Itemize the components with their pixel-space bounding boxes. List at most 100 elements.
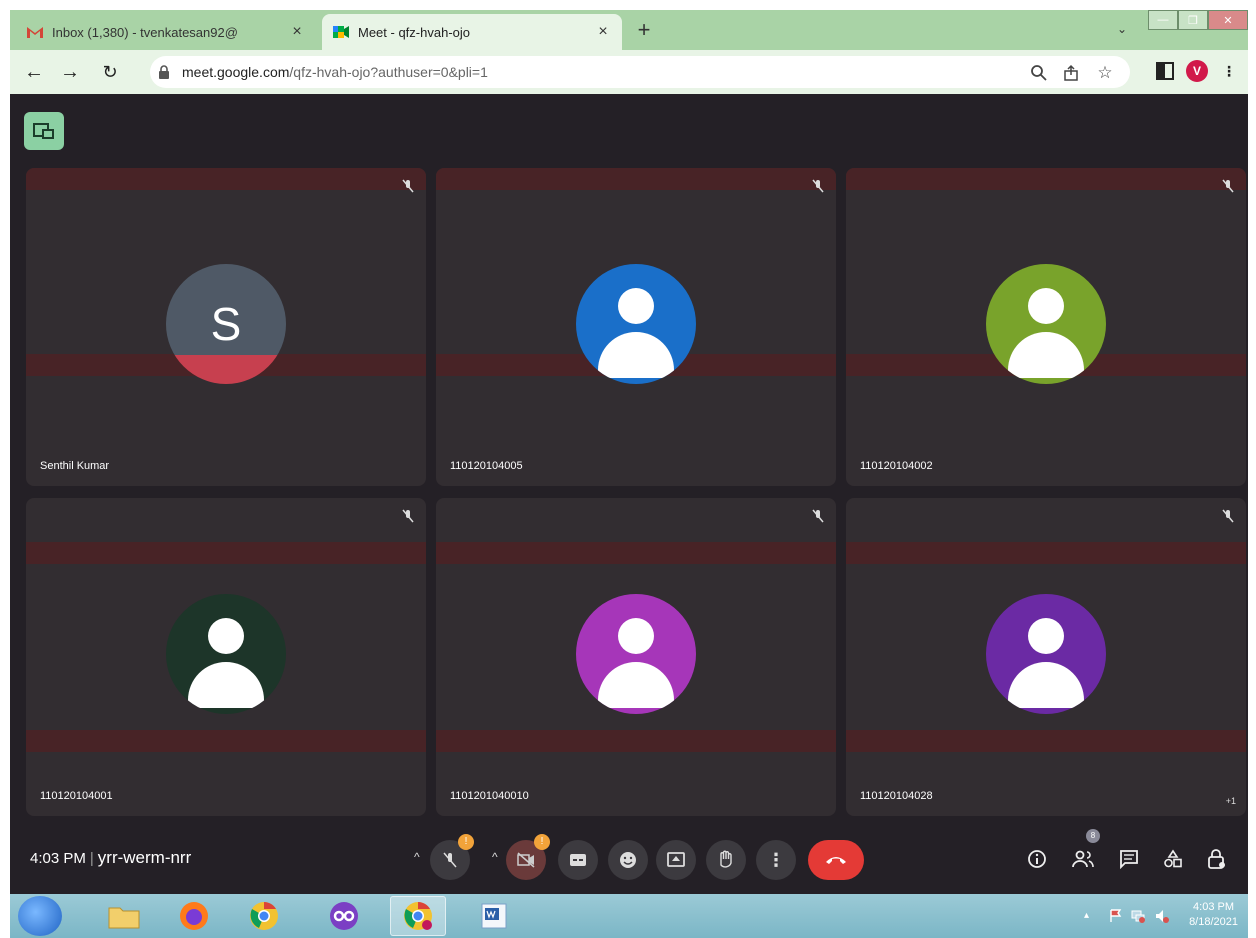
firefox-icon — [180, 902, 208, 930]
participant-name: Senthil Kumar — [40, 460, 110, 472]
side-panel-icon[interactable] — [1154, 60, 1176, 82]
forward-arrow-icon[interactable]: → — [58, 60, 82, 84]
word-document-icon — [481, 903, 507, 929]
leave-call-button[interactable] — [808, 840, 864, 880]
browser-menu-icon[interactable]: ⋮ — [1218, 60, 1240, 82]
browser-toolbar: ← → ↻ meet.google.com/qfz-hvah-ojo?authu… — [10, 50, 1248, 94]
taskbar-media-app[interactable] — [316, 896, 372, 936]
meet-companion-icon[interactable] — [24, 112, 64, 150]
taskbar-firefox[interactable] — [166, 896, 222, 936]
windows-start-icon[interactable] — [18, 896, 62, 936]
tab-google-meet[interactable]: Meet - qfz-hvah-ojo × — [322, 14, 622, 50]
mic-off-icon — [812, 179, 824, 193]
folder-icon — [108, 907, 140, 929]
tile-top-band — [846, 168, 1246, 190]
taskbar-file-explorer[interactable] — [96, 896, 152, 936]
host-controls-button[interactable] — [1204, 846, 1230, 872]
person-head-shape — [618, 618, 654, 654]
meeting-separator: | — [89, 850, 94, 867]
people-icon — [1072, 850, 1094, 868]
tile-top-band — [436, 168, 836, 190]
mic-off-icon — [402, 509, 414, 523]
new-tab-button[interactable]: + — [630, 16, 658, 44]
close-tab-icon[interactable]: × — [288, 23, 306, 41]
raise-hand-button[interactable] — [706, 840, 746, 880]
meet-control-bar: 4:03 PM | yrr-werm-nrr ^ ! ^ ! ⋮ 8 — [10, 828, 1248, 894]
close-tab-icon[interactable]: × — [594, 23, 612, 41]
show-hidden-icons-icon[interactable]: ▴ — [1084, 910, 1089, 921]
tile-top-band — [26, 542, 426, 564]
tab-title: Meet - qfz-hvah-ojo — [358, 24, 470, 40]
meeting-code: yrr-werm-nrr — [97, 848, 192, 867]
volume-icon[interactable] — [1154, 908, 1170, 924]
participant-tile[interactable]: 110120104028 +1 — [846, 498, 1246, 816]
shapes-icon — [1164, 849, 1182, 868]
captions-button[interactable] — [558, 840, 598, 880]
minimize-icon[interactable]: — — [1148, 10, 1178, 30]
clock-time: 4:03 PM — [1193, 901, 1235, 913]
participant-tile[interactable]: 1101201040010 — [436, 498, 836, 816]
taskbar-chrome[interactable] — [236, 896, 292, 936]
reactions-button[interactable] — [608, 840, 648, 880]
address-bar[interactable]: meet.google.com/qfz-hvah-ojo?authuser=0&… — [150, 56, 1130, 88]
hand-icon — [720, 850, 732, 868]
meeting-info-button[interactable] — [1024, 846, 1050, 872]
present-button[interactable] — [656, 840, 696, 880]
taskbar-chrome-active[interactable] — [390, 896, 446, 936]
person-body-shape — [188, 662, 264, 708]
meeting-details: 4:03 PM | yrr-werm-nrr — [30, 848, 191, 868]
participant-avatar — [576, 594, 696, 714]
hang-up-icon — [826, 857, 846, 864]
captions-icon — [570, 854, 586, 866]
person-body-shape — [598, 332, 674, 378]
taskbar-word[interactable] — [466, 896, 522, 936]
participant-avatar — [166, 594, 286, 714]
person-head-shape — [208, 618, 244, 654]
camera-warning-badge: ! — [534, 834, 550, 850]
tab-search-button[interactable]: ⌄ — [1112, 22, 1132, 42]
url-host: meet.google.com — [182, 64, 290, 80]
browser-tab-strip: Inbox (1,380) - tvenkatesan92@ × Meet - … — [10, 10, 1248, 50]
chat-button[interactable] — [1116, 846, 1142, 872]
zoom-search-icon[interactable] — [1030, 64, 1048, 82]
person-head-shape — [618, 288, 654, 324]
clock-date: 8/18/2021 — [1189, 916, 1238, 928]
tile-mid-band — [846, 730, 1246, 752]
person-body-shape — [1008, 332, 1084, 378]
more-options-icon[interactable]: ⋮ — [756, 840, 796, 880]
lock-person-icon — [1208, 849, 1225, 869]
profile-avatar[interactable]: V — [1186, 60, 1208, 82]
restore-icon[interactable]: ❐ — [1178, 10, 1208, 30]
participant-tile[interactable]: S Senthil Kumar — [26, 168, 426, 486]
mic-off-icon — [1222, 509, 1234, 523]
bookmark-star-icon[interactable]: ☆ — [1096, 64, 1114, 82]
audio-settings-chevron-icon[interactable]: ^ — [414, 850, 420, 864]
window-close-icon[interactable]: ✕ — [1208, 10, 1248, 30]
video-settings-chevron-icon[interactable]: ^ — [492, 850, 498, 864]
info-icon — [1028, 850, 1046, 868]
activities-button[interactable] — [1160, 846, 1186, 872]
meet-call-view: S Senthil Kumar 110120104005 11012010400… — [10, 94, 1248, 894]
participant-name: 110120104028 — [860, 790, 933, 802]
taskbar-clock[interactable]: 4:03 PM 8/18/2021 — [1189, 900, 1238, 930]
more-participants-count[interactable]: +1 — [1226, 796, 1236, 806]
avatar-initial: S — [210, 298, 242, 350]
lock-icon — [159, 65, 169, 79]
network-icon[interactable] — [1130, 908, 1146, 924]
present-screen-icon — [667, 852, 685, 867]
tab-gmail-inbox[interactable]: Inbox (1,380) - tvenkatesan92@ × — [16, 14, 316, 50]
action-center-flag-icon[interactable] — [1108, 908, 1124, 924]
person-body-shape — [1008, 662, 1084, 708]
participant-tile[interactable]: 110120104002 — [846, 168, 1246, 486]
emoji-icon — [620, 852, 636, 868]
participant-tile[interactable]: 110120104001 — [26, 498, 426, 816]
microphone-off-icon — [443, 852, 457, 868]
participant-avatar — [986, 594, 1106, 714]
participant-name: 110120104005 — [450, 460, 523, 472]
participant-tile[interactable]: 110120104005 — [436, 168, 836, 486]
participant-avatar — [576, 264, 696, 384]
people-button[interactable] — [1070, 846, 1096, 872]
reload-icon[interactable]: ↻ — [98, 60, 122, 84]
share-icon[interactable] — [1062, 64, 1080, 82]
back-arrow-icon[interactable]: ← — [22, 60, 46, 84]
